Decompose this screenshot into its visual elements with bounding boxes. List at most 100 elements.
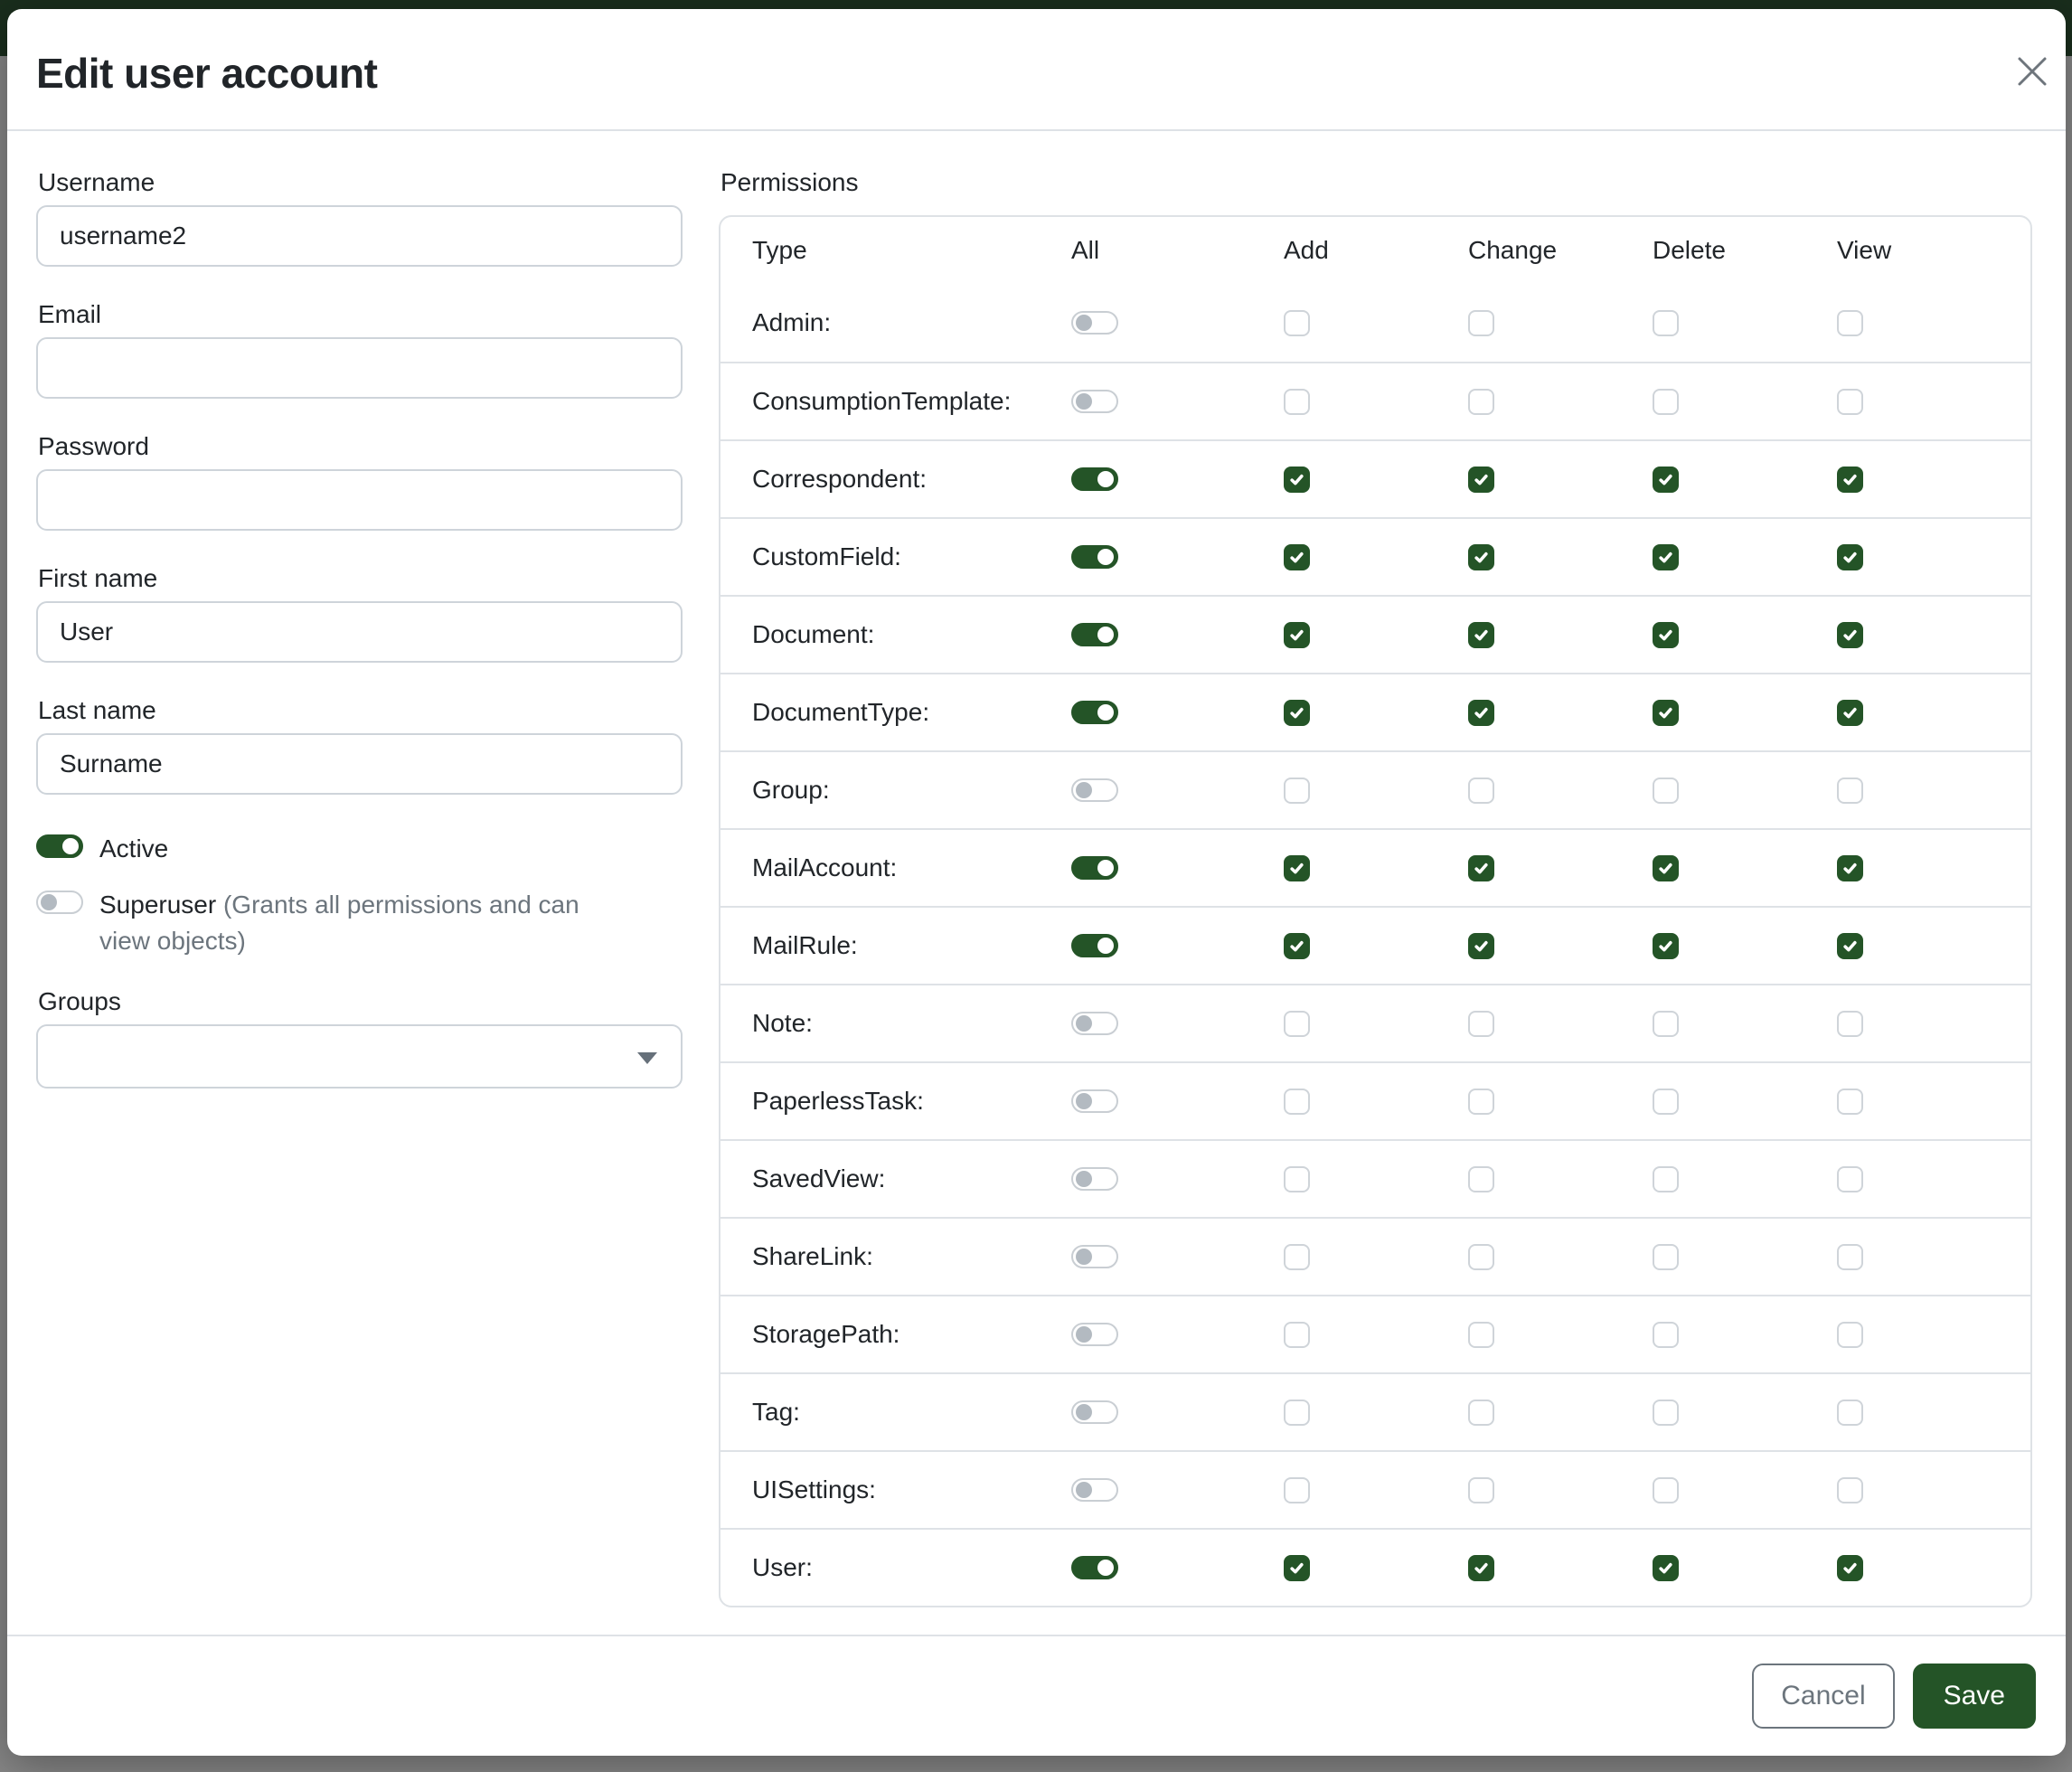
permission-all-toggle[interactable] [1071,467,1118,491]
permission-view-checkbox[interactable] [1837,1244,1863,1270]
permission-all-toggle[interactable] [1071,856,1118,880]
permission-delete-checkbox[interactable] [1653,1244,1679,1270]
permission-add-checkbox[interactable] [1284,544,1310,570]
permission-view-checkbox[interactable] [1837,933,1863,959]
permission-type-label: Document: [720,620,1032,649]
permission-view-checkbox[interactable] [1837,1400,1863,1426]
permission-add-checkbox[interactable] [1284,1011,1310,1037]
superuser-toggle[interactable] [36,891,83,914]
permission-change-checkbox[interactable] [1468,1166,1494,1192]
permission-all-toggle[interactable] [1071,701,1118,724]
permission-add-checkbox[interactable] [1284,467,1310,493]
permission-delete-checkbox[interactable] [1653,933,1679,959]
permission-delete-checkbox[interactable] [1653,544,1679,570]
permission-view-checkbox[interactable] [1837,855,1863,881]
permission-change-checkbox[interactable] [1468,1089,1494,1115]
permission-all-toggle[interactable] [1071,1012,1118,1035]
permission-view-checkbox[interactable] [1837,310,1863,336]
permission-row: MailAccount: [720,828,2030,906]
permission-delete-checkbox[interactable] [1653,622,1679,648]
permission-view-checkbox[interactable] [1837,700,1863,726]
groups-select[interactable] [36,1024,683,1089]
permission-add-checkbox[interactable] [1284,933,1310,959]
permission-change-checkbox[interactable] [1468,389,1494,415]
permission-all-toggle[interactable] [1071,1167,1118,1191]
permission-add-checkbox[interactable] [1284,1244,1310,1270]
permission-change-checkbox[interactable] [1468,467,1494,493]
permission-change-checkbox[interactable] [1468,700,1494,726]
permission-change-checkbox[interactable] [1468,1011,1494,1037]
permission-all-toggle[interactable] [1071,1245,1118,1268]
active-toggle[interactable] [36,834,83,858]
permission-view-checkbox[interactable] [1837,1011,1863,1037]
permission-view-checkbox[interactable] [1837,467,1863,493]
permission-view-checkbox[interactable] [1837,1322,1863,1348]
permission-view-checkbox[interactable] [1837,544,1863,570]
save-button[interactable]: Save [1913,1664,2036,1729]
permission-add-checkbox[interactable] [1284,1477,1310,1503]
permission-change-checkbox[interactable] [1468,1322,1494,1348]
close-button[interactable] [2011,51,2054,94]
permission-delete-checkbox[interactable] [1653,389,1679,415]
permission-view-checkbox[interactable] [1837,778,1863,804]
permission-all-toggle[interactable] [1071,1400,1118,1424]
permission-add-checkbox[interactable] [1284,1400,1310,1426]
permission-add-checkbox[interactable] [1284,700,1310,726]
permission-change-checkbox[interactable] [1468,933,1494,959]
permission-add-checkbox[interactable] [1284,778,1310,804]
permission-change-checkbox[interactable] [1468,1555,1494,1581]
permission-add-checkbox[interactable] [1284,310,1310,336]
username-input[interactable] [36,205,683,267]
permission-delete-checkbox[interactable] [1653,700,1679,726]
permission-view-checkbox[interactable] [1837,1555,1863,1581]
permission-all-toggle[interactable] [1071,1323,1118,1346]
permission-change-checkbox[interactable] [1468,778,1494,804]
permission-delete-checkbox[interactable] [1653,778,1679,804]
permission-view-checkbox[interactable] [1837,389,1863,415]
permission-delete-checkbox[interactable] [1653,855,1679,881]
permission-add-checkbox[interactable] [1284,1555,1310,1581]
column-header-add: Add [1245,236,1429,265]
permission-delete-checkbox[interactable] [1653,1400,1679,1426]
permission-add-checkbox[interactable] [1284,389,1310,415]
permission-all-toggle[interactable] [1071,934,1118,957]
permission-delete-checkbox[interactable] [1653,1089,1679,1115]
permission-delete-checkbox[interactable] [1653,1011,1679,1037]
permission-change-checkbox[interactable] [1468,1477,1494,1503]
chevron-down-icon [637,1052,657,1064]
permission-delete-checkbox[interactable] [1653,1477,1679,1503]
last-name-input[interactable] [36,733,683,795]
permission-all-toggle[interactable] [1071,311,1118,335]
permission-add-checkbox[interactable] [1284,1322,1310,1348]
permission-delete-checkbox[interactable] [1653,467,1679,493]
first-name-input[interactable] [36,601,683,663]
permission-all-toggle[interactable] [1071,623,1118,646]
permission-all-toggle[interactable] [1071,1089,1118,1113]
permission-change-checkbox[interactable] [1468,622,1494,648]
cancel-button[interactable]: Cancel [1752,1664,1894,1729]
permission-view-checkbox[interactable] [1837,1477,1863,1503]
permission-all-toggle[interactable] [1071,778,1118,802]
password-input[interactable] [36,469,683,531]
permission-delete-checkbox[interactable] [1653,1166,1679,1192]
permission-delete-checkbox[interactable] [1653,1555,1679,1581]
permission-add-checkbox[interactable] [1284,622,1310,648]
permission-delete-checkbox[interactable] [1653,310,1679,336]
permission-all-toggle[interactable] [1071,1478,1118,1502]
permission-change-checkbox[interactable] [1468,855,1494,881]
permission-add-checkbox[interactable] [1284,1089,1310,1115]
permission-change-checkbox[interactable] [1468,1244,1494,1270]
permission-add-checkbox[interactable] [1284,1166,1310,1192]
permission-all-toggle[interactable] [1071,1556,1118,1579]
permission-change-checkbox[interactable] [1468,310,1494,336]
permission-delete-checkbox[interactable] [1653,1322,1679,1348]
permission-change-checkbox[interactable] [1468,1400,1494,1426]
permission-all-toggle[interactable] [1071,390,1118,413]
permission-view-checkbox[interactable] [1837,1089,1863,1115]
permission-add-checkbox[interactable] [1284,855,1310,881]
permission-view-checkbox[interactable] [1837,1166,1863,1192]
permission-view-checkbox[interactable] [1837,622,1863,648]
permission-change-checkbox[interactable] [1468,544,1494,570]
email-input[interactable] [36,337,683,399]
permission-all-toggle[interactable] [1071,545,1118,569]
